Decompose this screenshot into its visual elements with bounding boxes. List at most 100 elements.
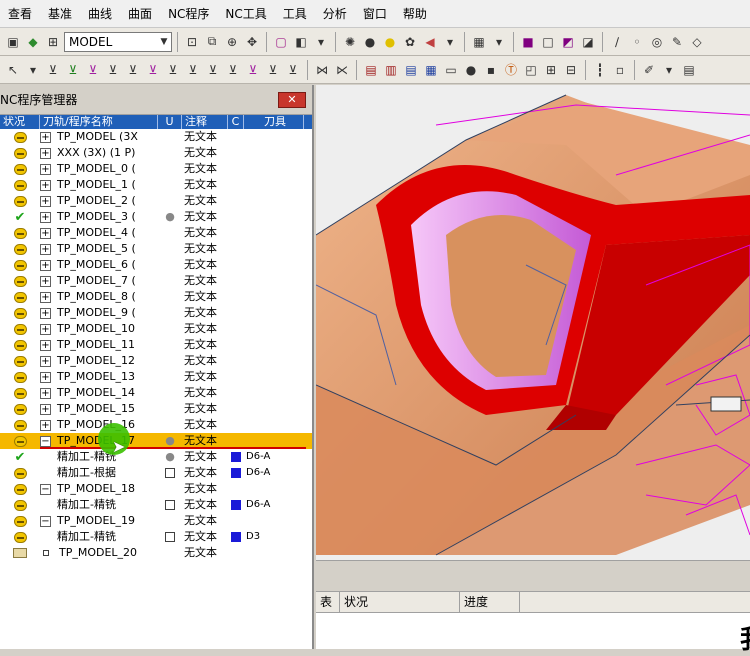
status-column-table[interactable]: 表 <box>316 592 340 612</box>
filter-face-icon[interactable]: ⊻ <box>124 61 142 79</box>
tree-row[interactable]: + TP_MODEL_10 无文本 <box>0 321 312 337</box>
arrow-left-icon[interactable]: ◀ <box>421 33 439 51</box>
filter-edge-icon[interactable]: ⊻ <box>104 61 122 79</box>
pencil-icon[interactable]: ✐ <box>640 61 658 79</box>
hidden-icon[interactable]: ◩ <box>559 33 577 51</box>
tree-row[interactable]: + TP_MODEL_16 无文本 <box>0 417 312 433</box>
menu-item-3[interactable]: 曲面 <box>120 0 160 28</box>
nc-list-icon[interactable]: ▤ <box>402 61 420 79</box>
expand-icon[interactable]: + <box>40 275 51 287</box>
filter-icon[interactable]: ⊻ <box>44 61 62 79</box>
column-c[interactable]: C <box>228 115 244 129</box>
tree-row[interactable]: + TP_MODEL_12 无文本 <box>0 353 312 369</box>
collapse-icon[interactable]: − <box>40 515 51 527</box>
wire-icon[interactable]: □ <box>539 33 557 51</box>
expand-icon[interactable]: + <box>40 163 51 175</box>
column-u[interactable]: U <box>158 115 182 129</box>
tree-row[interactable]: + TP_MODEL_2 (无文本 <box>0 193 312 209</box>
filter-point-icon[interactable]: ⊻ <box>164 61 182 79</box>
chevron-down-icon[interactable]: ▼ <box>157 37 171 47</box>
column-tool[interactable]: 刀具 <box>244 115 304 129</box>
tree-row[interactable]: + TP_MODEL_4 (无文本 <box>0 225 312 241</box>
bulb-icon[interactable]: ● <box>361 33 379 51</box>
circle-icon[interactable]: ◎ <box>648 33 666 51</box>
tree-row[interactable]: + XXX (3X) (1 P) 无文本 <box>0 145 312 161</box>
close-button[interactable]: ✕ <box>278 91 306 108</box>
menu-item-8[interactable]: 窗口 <box>355 0 395 28</box>
filter-body-icon[interactable]: ⊻ <box>284 61 302 79</box>
zoom-window-icon[interactable]: ⧉ <box>203 33 221 51</box>
zoom-in-icon[interactable]: ⊕ <box>223 33 241 51</box>
filter-curve-icon[interactable]: ⊻ <box>144 61 162 79</box>
snap-icon[interactable]: ⋈ <box>313 61 331 79</box>
chevron-down-icon[interactable]: ▾ <box>660 61 678 79</box>
tree-row[interactable]: ✔ 精加工-精铣 ● 无文本 D6-A <box>0 449 312 465</box>
stock-icon[interactable]: ● <box>462 61 480 79</box>
tree-row[interactable]: + TP_MODEL_1 (无文本 <box>0 177 312 193</box>
expand-icon[interactable]: + <box>40 419 51 431</box>
chevron-down-icon[interactable]: ▾ <box>312 33 330 51</box>
cube-view-icon[interactable]: ▢ <box>272 33 290 51</box>
filter-green-icon[interactable]: ⊻ <box>64 61 82 79</box>
expand-icon[interactable]: + <box>40 291 51 303</box>
tree-row[interactable]: + TP_MODEL_15 无文本 <box>0 401 312 417</box>
bulb-icon[interactable]: ● <box>165 449 175 465</box>
filter-feature-icon[interactable]: ⊻ <box>264 61 282 79</box>
part-icon[interactable]: ◆ <box>24 33 42 51</box>
comment-icon[interactable]: ▭ <box>442 61 460 79</box>
menu-item-0[interactable]: 查看 <box>0 0 40 28</box>
bulb-icon[interactable]: ● <box>165 209 175 225</box>
menu-item-6[interactable]: 工具 <box>275 0 315 28</box>
expand-icon[interactable]: + <box>40 195 51 207</box>
expand-icon[interactable]: + <box>40 323 51 335</box>
expand-icon[interactable]: + <box>40 307 51 319</box>
grid-icon[interactable]: ▦ <box>470 33 488 51</box>
status-column-progress[interactable]: 进度 <box>460 592 520 612</box>
shade-icon[interactable]: ◧ <box>292 33 310 51</box>
tree-row[interactable]: + TP_MODEL_13 无文本 <box>0 369 312 385</box>
u-checkbox[interactable] <box>165 532 175 542</box>
tree-row[interactable]: + TP_MODEL_8 (无文本 <box>0 289 312 305</box>
menu-item-9[interactable]: 帮助 <box>395 0 435 28</box>
nc-program-icon[interactable]: ▥ <box>382 61 400 79</box>
measure-icon[interactable]: ▫ <box>611 61 629 79</box>
column-state[interactable]: 状况 <box>0 115 40 129</box>
filter-datum-icon[interactable]: ⊻ <box>184 61 202 79</box>
tree-row[interactable]: + TP_MODEL (3X 无文本 <box>0 129 312 145</box>
tree-row[interactable]: 精加工-根据 无文本 D6-A <box>0 465 312 481</box>
u-checkbox[interactable] <box>165 468 175 478</box>
selection-mode-icon[interactable]: ⋉ <box>333 61 351 79</box>
expand-icon[interactable]: + <box>40 147 51 159</box>
chevron-down-icon[interactable]: ▾ <box>490 33 508 51</box>
tree-row[interactable]: ✔ + TP_MODEL_3 (● 无文本 <box>0 209 312 225</box>
stack-icon[interactable]: ▤ <box>680 61 698 79</box>
filter-purple-icon[interactable]: ⊻ <box>84 61 102 79</box>
status-column-state[interactable]: 状况 <box>340 592 460 612</box>
tree-row[interactable]: − TP_MODEL_18 无文本 <box>0 481 312 497</box>
tree-row[interactable]: 精加工-精铣 无文本 D6-A <box>0 497 312 513</box>
filter-axis-icon[interactable]: ⊻ <box>204 61 222 79</box>
expand-icon[interactable]: + <box>40 339 51 351</box>
column-name[interactable]: 刀轨/程序名称 <box>40 115 158 129</box>
expand-icon[interactable]: + <box>40 355 51 367</box>
menu-item-5[interactable]: NC工具 <box>217 0 274 28</box>
tree-row[interactable]: TP_MODEL_20 无文本 <box>0 545 312 561</box>
model-selector[interactable]: MODEL ▼ <box>64 31 172 52</box>
menu-item-4[interactable]: NC程序 <box>160 0 217 28</box>
expand-icon[interactable]: + <box>40 179 51 191</box>
tree-row[interactable]: + TP_MODEL_11 无文本 <box>0 337 312 353</box>
menu-item-7[interactable]: 分析 <box>315 0 355 28</box>
pan-icon[interactable]: ✥ <box>243 33 261 51</box>
column-note[interactable]: 注释 <box>182 115 228 129</box>
nc-table-icon[interactable]: ▦ <box>422 61 440 79</box>
nc-manager-icon[interactable]: ▤ <box>362 61 380 79</box>
point-icon[interactable]: ◦ <box>628 33 646 51</box>
sketch-icon[interactable]: ✎ <box>668 33 686 51</box>
model-tree-icon[interactable]: ⊞ <box>44 33 62 51</box>
expand-icon[interactable]: + <box>40 227 51 239</box>
solid-icon[interactable]: ■ <box>519 33 537 51</box>
select-icon[interactable]: ↖ <box>4 61 22 79</box>
workpiece-icon[interactable]: ▪ <box>482 61 500 79</box>
line-icon[interactable]: ∕ <box>608 33 626 51</box>
view-icon[interactable]: ▣ <box>4 33 22 51</box>
